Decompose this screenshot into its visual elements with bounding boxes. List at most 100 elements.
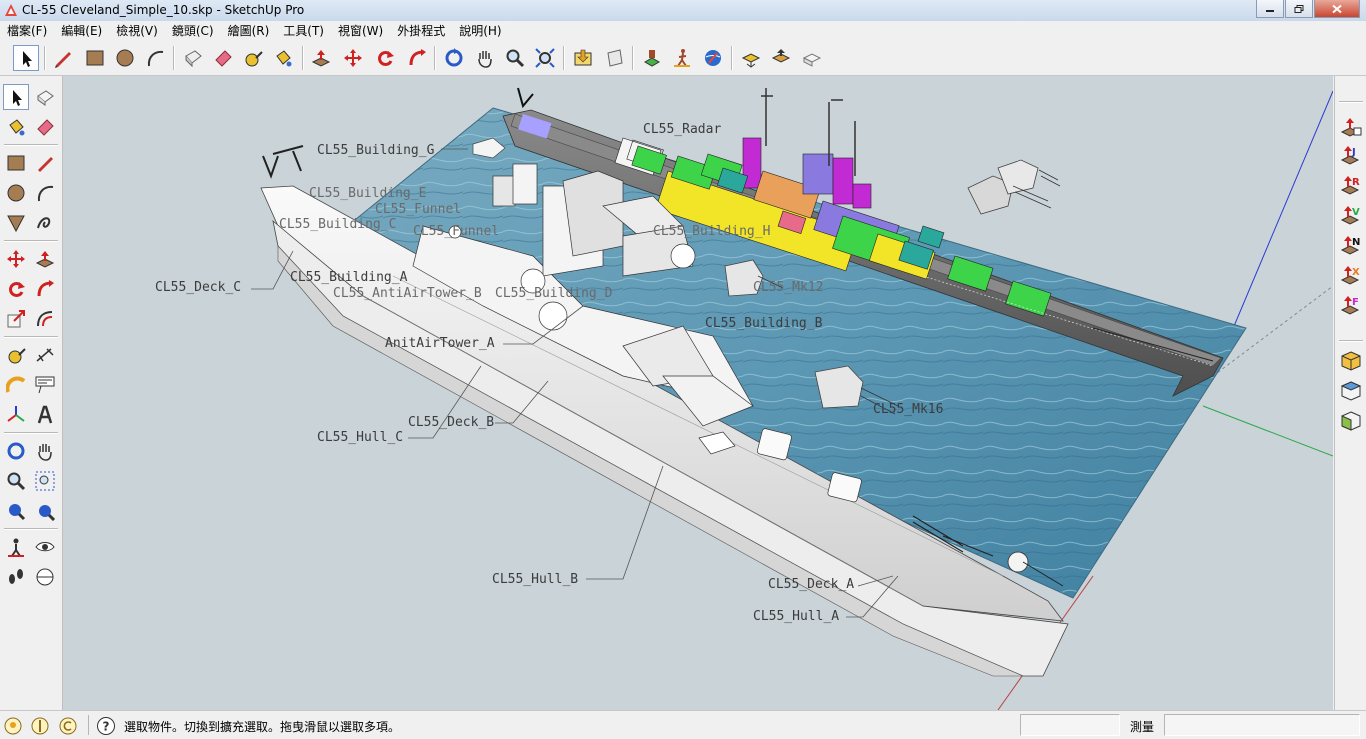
label-building-h[interactable]: CL55_Building_H [653,224,770,239]
circle-button-left[interactable] [3,180,29,206]
rectangle-tool-button[interactable] [82,45,108,71]
menu-tools[interactable]: 工具(T) [276,21,331,41]
label-radar[interactable]: CL55_Radar [643,122,721,137]
select-tool-button[interactable] [13,45,39,71]
label-building-g[interactable]: CL55_Building_G [317,143,434,158]
plugin-r-button[interactable]: R [1338,172,1364,198]
polygon-button-left[interactable] [3,210,29,236]
orbit-button-left[interactable] [3,438,29,464]
select-tool-button-left[interactable] [3,84,29,110]
eraser-box-tool-button[interactable] [180,45,206,71]
label-building-d[interactable]: CL55_Building_D [495,286,612,301]
label-funnel-2[interactable]: CL55_Funnel [413,224,499,239]
menu-plugins[interactable]: 外掛程式 [390,21,452,41]
paint-bucket-button-left[interactable] [3,114,29,140]
geolocation-icon[interactable] [3,716,23,736]
label-mk16[interactable]: CL55_Mk16 [873,402,943,417]
pan-button-left[interactable] [32,438,58,464]
label-deck-c[interactable]: CL55_Deck_C [155,280,241,295]
paint-bucket-tool-button[interactable] [270,45,296,71]
offset-button-left[interactable] [32,306,58,332]
label-hull-b[interactable]: CL55_Hull_B [492,572,578,587]
help-icon[interactable]: ? [96,716,116,736]
label-antiair-tower-b[interactable]: CL55_AntiAirTower_B [333,286,482,301]
label-deck-b[interactable]: CL55_Deck_B [408,415,494,430]
label-funnel-1[interactable]: CL55_Funnel [375,202,461,217]
move-tool-button[interactable] [340,45,366,71]
label-building-a[interactable]: CL55_Building_A [290,270,407,285]
share-component-button[interactable] [768,45,794,71]
menu-help[interactable]: 說明(H) [452,21,508,41]
freehand-button-left[interactable] [32,210,58,236]
view-front-button[interactable] [1338,408,1364,434]
follow-me-button-left[interactable] [32,276,58,302]
plugin-v-button[interactable]: V [1338,202,1364,228]
orbit-tool-button[interactable] [441,45,467,71]
label-building-b[interactable]: CL55_Building_B [705,316,822,331]
follow-me-tool-button[interactable] [404,45,430,71]
label-hull-c[interactable]: CL55_Hull_C [317,430,403,445]
credits-icon[interactable] [30,716,50,736]
section-plane-button[interactable] [602,45,628,71]
3d-text-button-left[interactable] [32,402,58,428]
menu-file[interactable]: 檔案(F) [0,21,54,41]
pencil-tool-button[interactable] [50,45,76,71]
components-button[interactable] [570,45,596,71]
zoom-button-left[interactable] [3,468,29,494]
close-button[interactable] [1314,0,1360,18]
label-antiair-tower-a[interactable]: AnitAirTower_A [385,336,495,351]
copyright-icon[interactable] [58,716,78,736]
rotate-button-left[interactable] [3,276,29,302]
rotate-tool-button[interactable] [372,45,398,71]
make-component-button[interactable] [32,84,58,110]
dimension-button-left[interactable] [32,342,58,368]
rectangle-button-left[interactable] [3,150,29,176]
label-deck-a[interactable]: CL55_Deck_A [768,577,854,592]
dropdown-tool-button[interactable] [1338,114,1364,140]
model-viewport[interactable]: CL55_Radar CL55_Building_G CL55_Building… [63,76,1333,710]
menu-camera[interactable]: 鏡頭(C) [165,21,221,41]
zoom-extents-tool-button[interactable] [532,45,558,71]
position-camera-button[interactable] [639,45,665,71]
previous-view-button-left[interactable] [3,498,29,524]
menu-edit[interactable]: 編輯(E) [54,21,109,41]
zoom-window-button-left[interactable] [32,468,58,494]
walk-button[interactable] [669,45,695,71]
position-camera-button-left[interactable] [3,534,29,560]
pan-tool-button[interactable] [472,45,498,71]
minimize-button[interactable] [1256,0,1284,18]
arc-button-left[interactable] [32,180,58,206]
text-button-left[interactable] [32,372,58,398]
zoom-tool-button[interactable] [502,45,528,71]
label-mk12[interactable]: CL55_Mk12 [753,280,823,295]
plugin-j-button[interactable]: J [1338,142,1364,168]
push-pull-button-left[interactable] [32,246,58,272]
extension-warehouse-button[interactable] [799,45,825,71]
tape-measure-tool-button[interactable] [240,45,266,71]
menu-draw[interactable]: 繪圖(R) [221,21,277,41]
eraser-tool-button[interactable] [210,45,236,71]
axes-button-left[interactable] [3,402,29,428]
pencil-button-left[interactable] [32,150,58,176]
plugin-f-button[interactable]: F [1338,292,1364,318]
look-around-button-left[interactable] [32,534,58,560]
zoom-extents-button-left[interactable] [32,498,58,524]
protractor-button-left[interactable] [3,372,29,398]
circle-tool-button[interactable] [112,45,138,71]
eraser-button-left[interactable] [32,114,58,140]
scale-button-left[interactable] [3,306,29,332]
tape-measure-button-left[interactable] [3,342,29,368]
push-pull-tool-button[interactable] [308,45,334,71]
label-building-c[interactable]: CL55_Building_C [279,217,396,232]
menu-window[interactable]: 視窗(W) [331,21,390,41]
section-plane-button-left[interactable] [32,564,58,590]
maximize-button[interactable] [1285,0,1313,18]
plugin-n-button[interactable]: N [1338,232,1364,258]
label-building-e[interactable]: CL55_Building_E [309,186,426,201]
move-button-left[interactable] [3,246,29,272]
measurements-input[interactable] [1164,714,1360,736]
view-top-button[interactable] [1338,378,1364,404]
get-models-button[interactable] [700,45,726,71]
label-hull-a[interactable]: CL55_Hull_A [753,609,839,624]
plugin-x-button[interactable]: X [1338,262,1364,288]
